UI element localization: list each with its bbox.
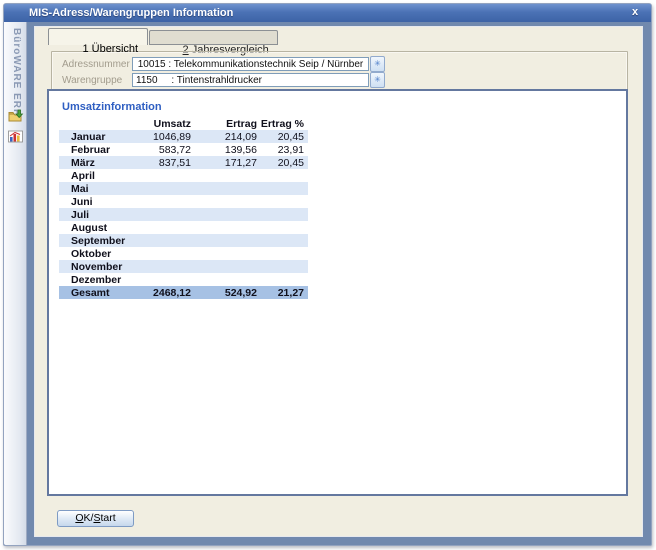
title-bar[interactable]: MIS-Adress/Warengruppen Information x: [4, 4, 651, 22]
table-row: Juli: [59, 208, 308, 221]
close-icon[interactable]: x: [628, 4, 642, 22]
table-total-row: Gesamt 2468,12 524,92 21,27: [59, 286, 308, 299]
tab-jahresvergleich[interactable]: 2 Jahresvergleich: [149, 30, 278, 45]
adressnummer-field[interactable]: [132, 57, 369, 71]
warengruppe-field[interactable]: [132, 73, 369, 87]
report-panel: Umsatzinformation Umsatz Ertrag Ertrag %…: [47, 89, 628, 496]
table-row: Oktober: [59, 247, 308, 260]
header-month: [59, 117, 129, 130]
table-row: Januar 1046,89 214,09 20,45: [59, 130, 308, 143]
table-row: März 837,51 171,27 20,45: [59, 156, 308, 169]
table-row: Juni: [59, 195, 308, 208]
open-folder-icon[interactable]: [7, 108, 24, 125]
selection-groupbox: Adressnummer ✳ Warengruppe ✳: [51, 51, 628, 92]
chart-icon[interactable]: [7, 128, 24, 145]
table-row: Dezember: [59, 273, 308, 286]
table-row: September: [59, 234, 308, 247]
header-ertrag-pct: Ertrag %: [259, 117, 308, 130]
sidebar: BüroWARE ERP: [4, 22, 27, 545]
content-area: 1 Übersicht 2 Jahresvergleich Adressnumm…: [34, 26, 643, 537]
table-row: April: [59, 169, 308, 182]
adressnummer-lookup-icon[interactable]: ✳: [370, 56, 385, 72]
table-row: August: [59, 221, 308, 234]
header-ertrag: Ertrag: [193, 117, 259, 130]
brand-logo-text: BüroWARE ERP: [8, 28, 22, 117]
umsatz-table: Umsatz Ertrag Ertrag % Januar 1046,89 21…: [59, 117, 308, 299]
table-row: November: [59, 260, 308, 273]
header-umsatz: Umsatz: [129, 117, 193, 130]
warengruppe-label: Warengruppe: [62, 75, 122, 86]
panel-title: Umsatzinformation: [62, 101, 162, 113]
app-window: MIS-Adress/Warengruppen Information x Bü…: [3, 3, 652, 546]
tab-bar: 1 Übersicht 2 Jahresvergleich: [48, 28, 278, 45]
table-row: Februar 583,72 139,56 23,91: [59, 143, 308, 156]
ok-start-button[interactable]: OK/Start: [57, 510, 134, 527]
tab-uebersicht[interactable]: 1 Übersicht: [48, 28, 148, 45]
table-row: Mai: [59, 182, 308, 195]
window-title: MIS-Adress/Warengruppen Information: [29, 7, 233, 19]
warengruppe-lookup-icon[interactable]: ✳: [370, 72, 385, 88]
table-header-row: Umsatz Ertrag Ertrag %: [59, 117, 308, 130]
